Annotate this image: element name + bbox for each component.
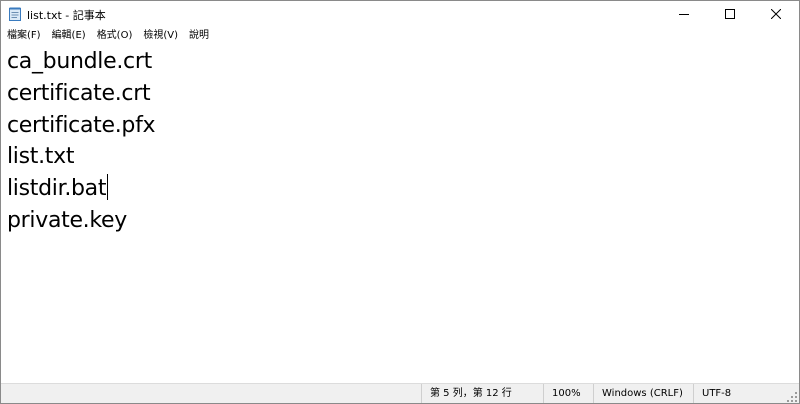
line-ending: Windows (CRLF) xyxy=(593,384,693,403)
menu-help[interactable]: 說明 xyxy=(183,28,214,44)
editor-line[interactable]: list.txt xyxy=(7,141,74,172)
text-encoding: UTF-8 xyxy=(693,384,799,403)
text-editor[interactable]: ca_bundle.crt certificate.crt certificat… xyxy=(1,46,799,381)
close-icon xyxy=(771,9,781,19)
close-button[interactable] xyxy=(753,1,799,27)
notepad-icon xyxy=(9,7,21,21)
editor-line[interactable]: ca_bundle.crt xyxy=(7,46,152,77)
window-title: list.txt - 記事本 xyxy=(27,9,106,22)
editor-line[interactable]: certificate.pfx xyxy=(7,110,156,141)
menu-view[interactable]: 檢視(V) xyxy=(137,28,183,44)
title-bar[interactable]: list.txt - 記事本 xyxy=(1,1,799,27)
zoom-level: 100% xyxy=(543,384,593,403)
menu-file[interactable]: 檔案(F) xyxy=(1,28,46,44)
minimize-icon xyxy=(679,14,689,15)
status-bar: 第 5 列，第 12 行 100% Windows (CRLF) UTF-8 xyxy=(1,383,799,403)
editor-line[interactable]: private.key xyxy=(7,205,127,236)
maximize-icon xyxy=(725,9,735,19)
cursor-position: 第 5 列，第 12 行 xyxy=(421,384,543,403)
notepad-window: list.txt - 記事本 檔案(F) 編輯(E) 格式(O) 檢視(V) 說… xyxy=(0,0,800,404)
text-caret xyxy=(107,174,109,200)
maximize-button[interactable] xyxy=(707,1,753,27)
resize-grip-icon[interactable] xyxy=(787,392,797,402)
menu-edit[interactable]: 編輯(E) xyxy=(46,28,91,44)
minimize-button[interactable] xyxy=(661,1,707,27)
menu-format[interactable]: 格式(O) xyxy=(91,28,138,44)
editor-line[interactable]: certificate.crt xyxy=(7,78,151,109)
menu-bar: 檔案(F) 編輯(E) 格式(O) 檢視(V) 說明 xyxy=(1,27,799,45)
editor-line[interactable]: listdir.bat xyxy=(7,173,109,204)
